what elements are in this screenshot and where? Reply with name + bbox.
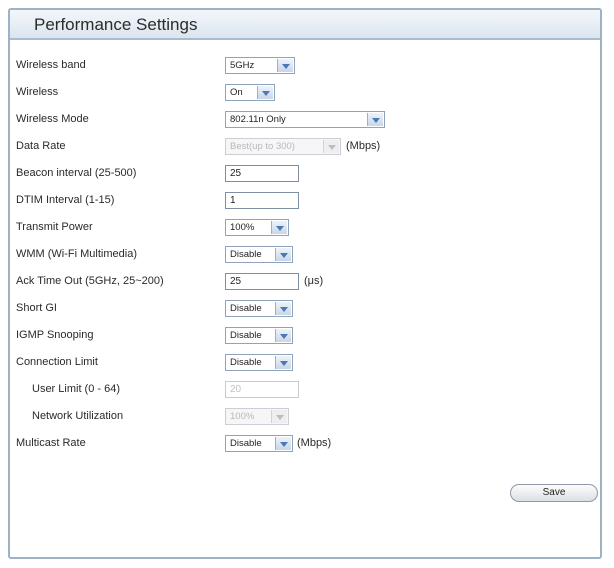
network-utilization-select: 100%	[225, 408, 289, 425]
panel-header: Performance Settings	[10, 10, 600, 40]
wireless-band-label: Wireless band	[16, 59, 86, 71]
data-rate-value: Best(up to 300)	[230, 141, 295, 152]
chevron-down-icon	[367, 113, 383, 126]
multicast-rate-select[interactable]: Disable	[225, 435, 293, 452]
short-gi-label: Short GI	[16, 302, 57, 314]
performance-settings-panel: Performance Settings Wireless band 5GHz …	[8, 8, 602, 559]
multicast-rate-value: Disable	[230, 438, 262, 449]
ack-timeout-input[interactable]: 25	[225, 273, 299, 290]
ack-timeout-unit: (μs)	[304, 275, 324, 287]
connection-limit-value: Disable	[230, 357, 262, 368]
wireless-mode-label: Wireless Mode	[16, 113, 89, 125]
igmp-snooping-label: IGMP Snooping	[16, 329, 94, 341]
row-beacon-interval: Beacon interval (25-500) 25	[10, 164, 600, 184]
network-utilization-value: 100%	[230, 411, 255, 422]
user-limit-input: 20	[225, 381, 299, 398]
row-network-utilization: Network Utilization 100%	[10, 407, 600, 427]
dtim-interval-input[interactable]: 1	[225, 192, 299, 209]
save-button[interactable]: Save	[510, 484, 598, 502]
wireless-select[interactable]: On	[225, 84, 275, 101]
multicast-rate-unit: (Mbps)	[297, 437, 332, 449]
ack-timeout-value: 25	[230, 276, 242, 287]
row-multicast-rate: Multicast Rate Disable (Mbps)	[10, 434, 600, 454]
short-gi-select[interactable]: Disable	[225, 300, 293, 317]
data-rate-unit: (Mbps)	[346, 140, 381, 152]
transmit-power-label: Transmit Power	[16, 221, 93, 233]
chevron-down-icon	[277, 59, 293, 72]
row-dtim-interval: DTIM Interval (1-15) 1	[10, 191, 600, 211]
data-rate-label: Data Rate	[16, 140, 66, 152]
row-transmit-power: Transmit Power 100%	[10, 218, 600, 238]
igmp-snooping-select[interactable]: Disable	[225, 327, 293, 344]
row-igmp-snooping: IGMP Snooping Disable	[10, 326, 600, 346]
row-short-gi: Short GI Disable	[10, 299, 600, 319]
row-connection-limit: Connection Limit Disable	[10, 353, 600, 373]
wireless-band-value: 5GHz	[230, 60, 255, 71]
igmp-snooping-value: Disable	[230, 330, 262, 341]
chevron-down-icon	[257, 86, 273, 99]
row-wireless-band: Wireless band 5GHz	[10, 56, 600, 76]
transmit-power-select[interactable]: 100%	[225, 219, 289, 236]
chevron-down-icon	[275, 302, 291, 315]
beacon-interval-value: 25	[230, 168, 242, 179]
chevron-down-icon	[271, 410, 287, 423]
wireless-mode-select[interactable]: 802.11n Only	[225, 111, 385, 128]
wireless-band-select[interactable]: 5GHz	[225, 57, 295, 74]
wireless-value: On	[230, 87, 243, 98]
transmit-power-value: 100%	[230, 222, 255, 233]
row-wireless-mode: Wireless Mode 802.11n Only	[10, 110, 600, 130]
chevron-down-icon	[275, 356, 291, 369]
row-data-rate: Data Rate Best(up to 300) (Mbps)	[10, 137, 600, 157]
wireless-label: Wireless	[16, 86, 59, 98]
panel-title: Performance Settings	[34, 15, 198, 34]
row-ack-timeout: Ack Time Out (5GHz, 25~200) 25 (μs)	[10, 272, 600, 292]
chevron-down-icon	[275, 437, 291, 450]
wireless-mode-value: 802.11n Only	[230, 114, 286, 125]
chevron-down-icon	[323, 140, 339, 153]
row-user-limit: User Limit (0 - 64) 20	[10, 380, 600, 400]
chevron-down-icon	[271, 221, 287, 234]
data-rate-select: Best(up to 300)	[225, 138, 341, 155]
short-gi-value: Disable	[230, 303, 262, 314]
connection-limit-select[interactable]: Disable	[225, 354, 293, 371]
wmm-select[interactable]: Disable	[225, 246, 293, 263]
network-utilization-label: Network Utilization	[32, 410, 124, 422]
user-limit-value: 20	[230, 384, 242, 395]
row-wireless: Wireless On	[10, 83, 600, 103]
wmm-value: Disable	[230, 249, 262, 260]
chevron-down-icon	[275, 329, 291, 342]
ack-timeout-label: Ack Time Out (5GHz, 25~200)	[16, 275, 164, 287]
dtim-interval-value: 1	[230, 195, 236, 206]
dtim-interval-label: DTIM Interval (1-15)	[16, 194, 115, 206]
connection-limit-label: Connection Limit	[16, 356, 98, 368]
wmm-label: WMM (Wi-Fi Multimedia)	[16, 248, 137, 260]
user-limit-label: User Limit (0 - 64)	[32, 383, 121, 395]
row-wmm: WMM (Wi-Fi Multimedia) Disable	[10, 245, 600, 265]
multicast-rate-label: Multicast Rate	[16, 437, 86, 449]
beacon-interval-input[interactable]: 25	[225, 165, 299, 182]
beacon-interval-label: Beacon interval (25-500)	[16, 167, 137, 179]
chevron-down-icon	[275, 248, 291, 261]
